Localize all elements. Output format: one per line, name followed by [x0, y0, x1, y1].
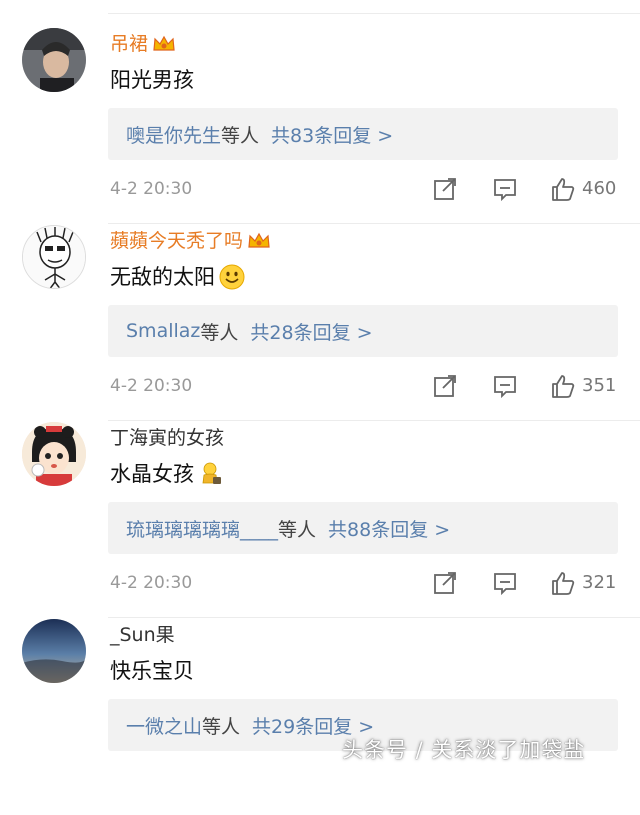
divider: [108, 617, 640, 618]
comment-text-content: 水晶女孩: [110, 462, 194, 486]
smile-emoji-icon: [219, 264, 245, 290]
username-text[interactable]: 吊裙: [110, 28, 148, 60]
like-icon[interactable]: [550, 570, 576, 596]
share-icon[interactable]: [432, 570, 458, 596]
like-icon[interactable]: [550, 373, 576, 399]
reply-summary[interactable]: Smallaz 等人 共28条回复 >: [108, 305, 618, 357]
avatar-cartoon-icon: [22, 422, 86, 486]
comment-item: 蘋蘋今天秃了吗 无敌的太阳 Smallaz 等人 共28条回复 > 4-2 20…: [0, 225, 640, 421]
yellow-figure-emoji-icon: [198, 461, 224, 487]
reply-names[interactable]: Smallaz: [126, 320, 200, 342]
comment-text: 阳光男孩: [110, 62, 194, 98]
reply-names[interactable]: 噢是你先生: [126, 121, 221, 148]
username[interactable]: 丁海寅的女孩: [110, 422, 224, 454]
avatar-sky-icon: [22, 619, 86, 683]
reply-suffix: 等人: [202, 715, 241, 738]
reply-suffix: 等人: [221, 124, 260, 147]
comment-item: _Sun果 快乐宝贝 一微之山 等人 共29条回复 >: [0, 619, 640, 815]
comment-text: 无敌的太阳: [110, 259, 245, 295]
comment-text-content: 快乐宝贝: [110, 659, 194, 683]
vip-crown-icon: [247, 231, 271, 251]
avatar[interactable]: [22, 619, 86, 683]
username[interactable]: 蘋蘋今天秃了吗: [110, 225, 271, 257]
comment-text-content: 阳光男孩: [110, 68, 194, 92]
like-count: 460: [582, 178, 617, 199]
username-text[interactable]: 蘋蘋今天秃了吗: [110, 225, 243, 257]
comment-icon[interactable]: [492, 373, 518, 399]
comment-icon[interactable]: [492, 176, 518, 202]
divider: [108, 223, 640, 224]
comment-text: 水晶女孩: [110, 456, 224, 492]
reply-count-link[interactable]: 共83条回复 >: [271, 121, 393, 148]
username-text[interactable]: 丁海寅的女孩: [110, 422, 224, 454]
comment-text-content: 无敌的太阳: [110, 265, 215, 289]
timestamp: 4-2 20:30: [110, 376, 193, 396]
like-icon[interactable]: [550, 176, 576, 202]
watermark: 头条号 / 关系淡了加袋盐: [342, 738, 586, 762]
username[interactable]: 吊裙: [110, 28, 176, 60]
username[interactable]: _Sun果: [110, 619, 175, 651]
avatar-photo-icon: [22, 28, 86, 92]
comment-icon[interactable]: [492, 570, 518, 596]
avatar-sketch-icon: [23, 226, 85, 288]
like-count: 321: [582, 572, 617, 593]
comment-meta: 4-2 20:30 351: [110, 371, 630, 401]
reply-summary[interactable]: 琉璃璃璃璃璃____ 等人 共88条回复 >: [108, 502, 618, 554]
reply-summary[interactable]: 噢是你先生 等人 共83条回复 >: [108, 108, 618, 160]
vip-crown-icon: [152, 34, 176, 54]
share-icon[interactable]: [432, 176, 458, 202]
comment-item: 吊裙 阳光男孩 噢是你先生 等人 共83条回复 > 4-2 20:30 460: [0, 28, 640, 224]
comment-item: 丁海寅的女孩 水晶女孩 琉璃璃璃璃璃____ 等人 共88条回复 > 4-2 2…: [0, 422, 640, 618]
avatar[interactable]: [22, 422, 86, 486]
top-divider: [108, 13, 640, 14]
reply-suffix: 等人: [200, 321, 239, 344]
comment-text: 快乐宝贝: [110, 653, 194, 689]
timestamp: 4-2 20:30: [110, 573, 193, 593]
avatar[interactable]: [22, 28, 86, 92]
reply-names[interactable]: 一微之山: [126, 712, 202, 739]
reply-count-link[interactable]: 共28条回复 >: [250, 318, 372, 345]
avatar[interactable]: [22, 225, 86, 289]
reply-count-link[interactable]: 共88条回复 >: [328, 515, 450, 542]
divider: [108, 420, 640, 421]
share-icon[interactable]: [432, 373, 458, 399]
username-text[interactable]: _Sun果: [110, 619, 175, 651]
like-count: 351: [582, 375, 617, 396]
reply-names[interactable]: 琉璃璃璃璃璃____: [126, 515, 278, 542]
comment-meta: 4-2 20:30 321: [110, 568, 630, 598]
timestamp: 4-2 20:30: [110, 179, 193, 199]
reply-suffix: 等人: [278, 518, 317, 541]
comment-meta: 4-2 20:30 460: [110, 174, 630, 204]
